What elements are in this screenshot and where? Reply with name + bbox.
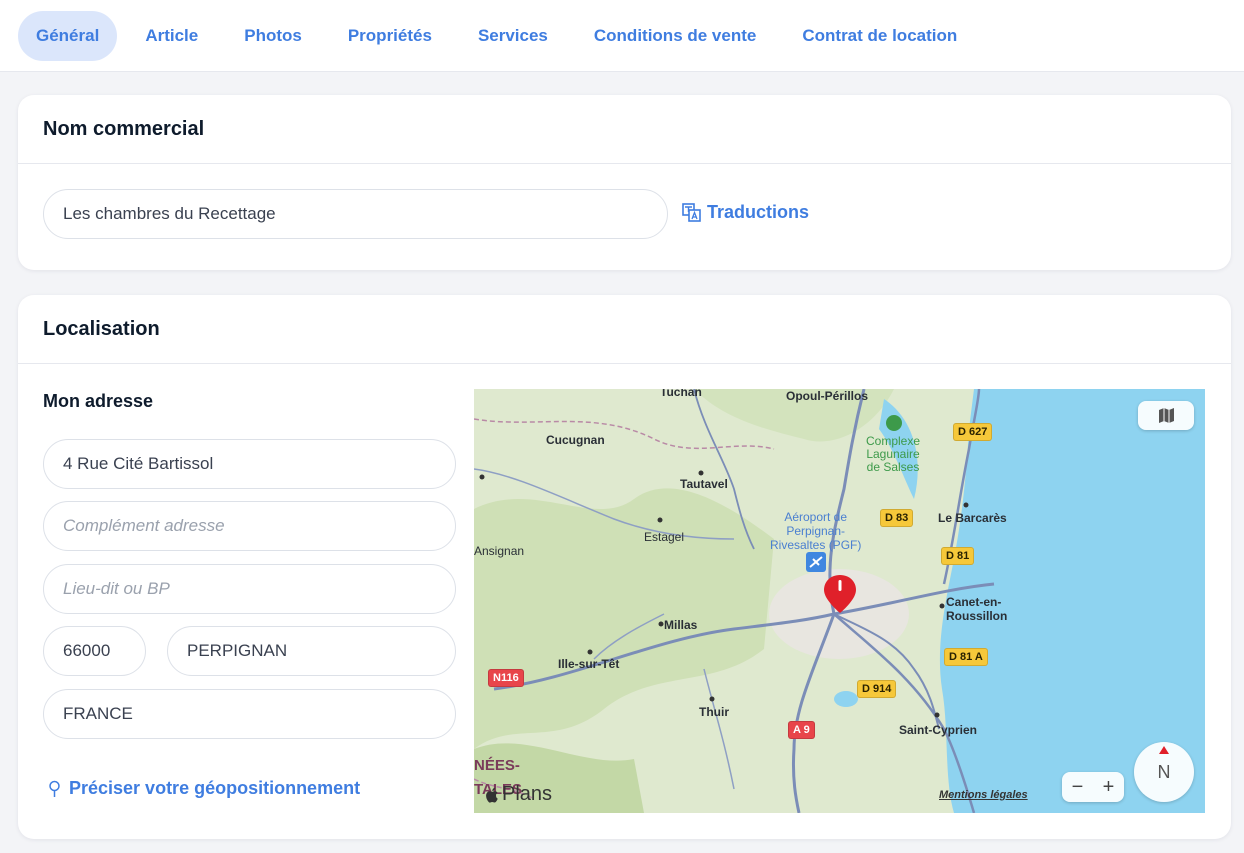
geoposition-link[interactable]: Préciser votre géopositionnement [48, 778, 360, 799]
maps-brand: Plans [486, 783, 552, 806]
tab-general[interactable]: Général [18, 10, 118, 61]
compass-arrow-icon [1159, 746, 1169, 754]
street-input[interactable]: 4 Rue Cité Bartissol [43, 439, 456, 489]
map-label-le-barcares: Le Barcarès [938, 511, 1007, 525]
commercial-name-header: Nom commercial [18, 95, 1231, 164]
zoom-controls: − + [1062, 772, 1124, 802]
map-label-ille-sur-tet: Ille-sur-Têt [558, 657, 620, 671]
road-badge-d627: D 627 [953, 423, 993, 441]
map-label-thuir: Thuir [699, 705, 729, 719]
road-badge-n116: N116 [488, 669, 524, 687]
commercial-name-title: Nom commercial [43, 117, 205, 140]
location-title: Localisation [43, 317, 160, 340]
map-background [474, 389, 1205, 813]
map-label-canet: Canet-en- Roussillon [946, 595, 1008, 623]
commercial-name-input[interactable]: Les chambres du Recettage [43, 189, 668, 239]
zoom-in-button[interactable]: + [1093, 776, 1124, 799]
tab-services[interactable]: Services [460, 11, 566, 61]
compass-button[interactable]: N [1134, 742, 1194, 802]
road-badge-d914: D 914 [857, 680, 897, 698]
map-label-millas: Millas [664, 618, 698, 632]
country-input[interactable]: FRANCE [43, 689, 456, 739]
map-label-airport: Aéroport de Perpignan- Rivesaltes (PGF) [770, 510, 862, 552]
city-input[interactable]: PERPIGNAN [167, 626, 456, 676]
map-label-ansignan: Ansignan [474, 544, 525, 558]
map-label-tuchan: Tuchan [660, 389, 702, 399]
postal-code-input[interactable]: 66000 [43, 626, 146, 676]
translations-link[interactable]: Traductions [682, 202, 809, 223]
map-label-opoul: Opoul-Périllos [786, 389, 869, 403]
translate-icon [682, 203, 701, 222]
tab-proprietes[interactable]: Propriétés [330, 11, 450, 61]
location-map[interactable]: Tuchan Opoul-Périllos Cucugnan Tautavel … [474, 389, 1205, 813]
map-type-button[interactable] [1138, 401, 1194, 430]
tab-article[interactable]: Article [127, 11, 216, 61]
map-label-estagel: Estagel [644, 530, 685, 544]
lieudit-input[interactable]: Lieu-dit ou BP [43, 564, 456, 614]
road-badge-a9: A 9 [788, 721, 815, 739]
address-heading: Mon adresse [43, 391, 154, 411]
road-badge-d81: D 81 [941, 547, 975, 565]
map-label-tautavel: Tautavel [680, 477, 728, 491]
road-badge-d83: D 83 [880, 509, 914, 527]
maps-brand-label: Plans [502, 783, 553, 805]
translations-label: Traductions [707, 202, 810, 222]
commercial-name-card: Nom commercial Les chambres du Recettage… [18, 95, 1231, 270]
road-badge-d81a: D 81 A [944, 648, 988, 666]
location-card: Localisation Mon adresse 4 Rue Cité Bart… [18, 295, 1231, 839]
map-label-cucugnan: Cucugnan [546, 433, 605, 447]
geoposition-label: Préciser votre géopositionnement [69, 778, 361, 798]
address-complement-input[interactable]: Complément adresse [43, 501, 456, 551]
legal-mentions-link[interactable]: Mentions légales [939, 789, 1028, 801]
map-icon [1158, 408, 1174, 423]
tab-conditions-vente[interactable]: Conditions de vente [576, 11, 774, 61]
apple-logo-icon [486, 787, 498, 803]
tab-photos[interactable]: Photos [226, 11, 320, 61]
zoom-out-button[interactable]: − [1062, 776, 1093, 799]
map-label-saint-cyprien: Saint-Cyprien [899, 723, 978, 737]
tab-bar: Général Article Photos Propriétés Servic… [0, 0, 1244, 72]
location-pin-icon [49, 780, 60, 797]
compass-label: N [1157, 761, 1171, 782]
location-header: Localisation [18, 295, 1231, 364]
tab-contrat-location[interactable]: Contrat de location [784, 11, 975, 61]
map-label-lagunaire: Complexe Lagunaire de Salses [866, 434, 921, 474]
